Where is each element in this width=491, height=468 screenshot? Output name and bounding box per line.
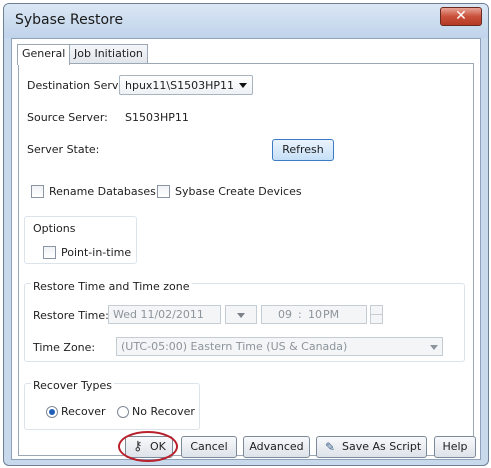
sybase-restore-dialog: Sybase Restore ✕ General Job Initiation … (3, 3, 489, 466)
source-server-label: Source Server: (27, 111, 108, 124)
point-in-time-checkbox[interactable] (43, 246, 56, 259)
advanced-button[interactable]: Advanced (243, 436, 310, 458)
options-group-title: Options (31, 222, 78, 235)
restore-date-field: Wed 11/02/2011 (108, 305, 221, 324)
refresh-button[interactable]: Refresh (272, 139, 334, 161)
server-state-label: Server State: (27, 143, 100, 156)
close-button[interactable]: ✕ (440, 7, 482, 26)
time-hour: 09 (278, 308, 292, 321)
window-title: Sybase Restore (15, 12, 124, 28)
time-ampm: PM (323, 308, 340, 321)
date-picker-button (225, 305, 257, 324)
destination-server-label: Destination Server: (27, 79, 134, 92)
destination-server-select[interactable]: hpux11\S1503HP11 (119, 75, 253, 95)
time-spinner (370, 305, 383, 324)
script-icon: ✎ (325, 440, 336, 454)
sybase-create-devices-checkbox[interactable] (157, 185, 170, 198)
spinner-divider (371, 314, 382, 315)
tab-general-label: General (22, 47, 66, 60)
rename-databases-checkbox[interactable] (31, 185, 44, 198)
sybase-create-devices-label: Sybase Create Devices (175, 185, 302, 198)
recover-types-group-title: Recover Types (31, 379, 114, 392)
restore-time-field: 09 : 10 PM (261, 305, 367, 324)
source-server-value: S1503HP11 (125, 111, 189, 124)
recover-radio[interactable] (46, 406, 58, 418)
point-in-time-label: Point-in-time (61, 246, 132, 259)
rename-databases-label: Rename Databases (49, 185, 156, 198)
close-icon: ✕ (455, 8, 467, 24)
restore-time-group-title: Restore Time and Time zone (31, 280, 192, 293)
radio-selected-dot (49, 409, 55, 415)
time-zone-label: Time Zone: (33, 341, 96, 354)
general-tab-panel: Destination Server: hpux11\S1503HP11 Sou… (18, 63, 474, 456)
time-zone-value: (UTC-05:00) Eastern Time (US & Canada) (121, 340, 348, 353)
tab-job-initiation-label: Job Initiation (74, 47, 143, 60)
chevron-down-icon (237, 313, 245, 318)
refresh-button-label: Refresh (282, 143, 324, 156)
tab-job-initiation[interactable]: Job Initiation (69, 44, 148, 63)
recover-label: Recover (61, 405, 106, 418)
title-bar[interactable]: Sybase Restore ✕ (4, 4, 488, 38)
chevron-down-icon (430, 345, 438, 350)
chevron-down-icon (239, 83, 247, 88)
time-separator: : (298, 308, 302, 321)
save-as-script-button[interactable]: ✎ Save As Script (316, 436, 427, 458)
help-button[interactable]: Help (434, 436, 476, 458)
cancel-button[interactable]: Cancel (181, 436, 237, 458)
ok-highlight-circle (118, 431, 178, 462)
destination-server-value: hpux11\S1503HP11 (125, 79, 235, 92)
help-button-label: Help (442, 440, 468, 453)
no-recover-label: No Recover (132, 405, 195, 418)
tab-general[interactable]: General (17, 44, 71, 65)
time-zone-select: (UTC-05:00) Eastern Time (US & Canada) (116, 337, 443, 356)
no-recover-radio[interactable] (117, 406, 129, 418)
cancel-button-label: Cancel (190, 440, 228, 453)
restore-date-value: Wed 11/02/2011 (113, 308, 204, 321)
restore-time-label: Restore Time: (33, 309, 109, 322)
advanced-button-label: Advanced (249, 440, 304, 453)
time-minute: 10 (308, 308, 322, 321)
save-as-script-label: Save As Script (342, 440, 422, 453)
dialog-content: General Job Initiation Destination Serve… (11, 38, 481, 460)
